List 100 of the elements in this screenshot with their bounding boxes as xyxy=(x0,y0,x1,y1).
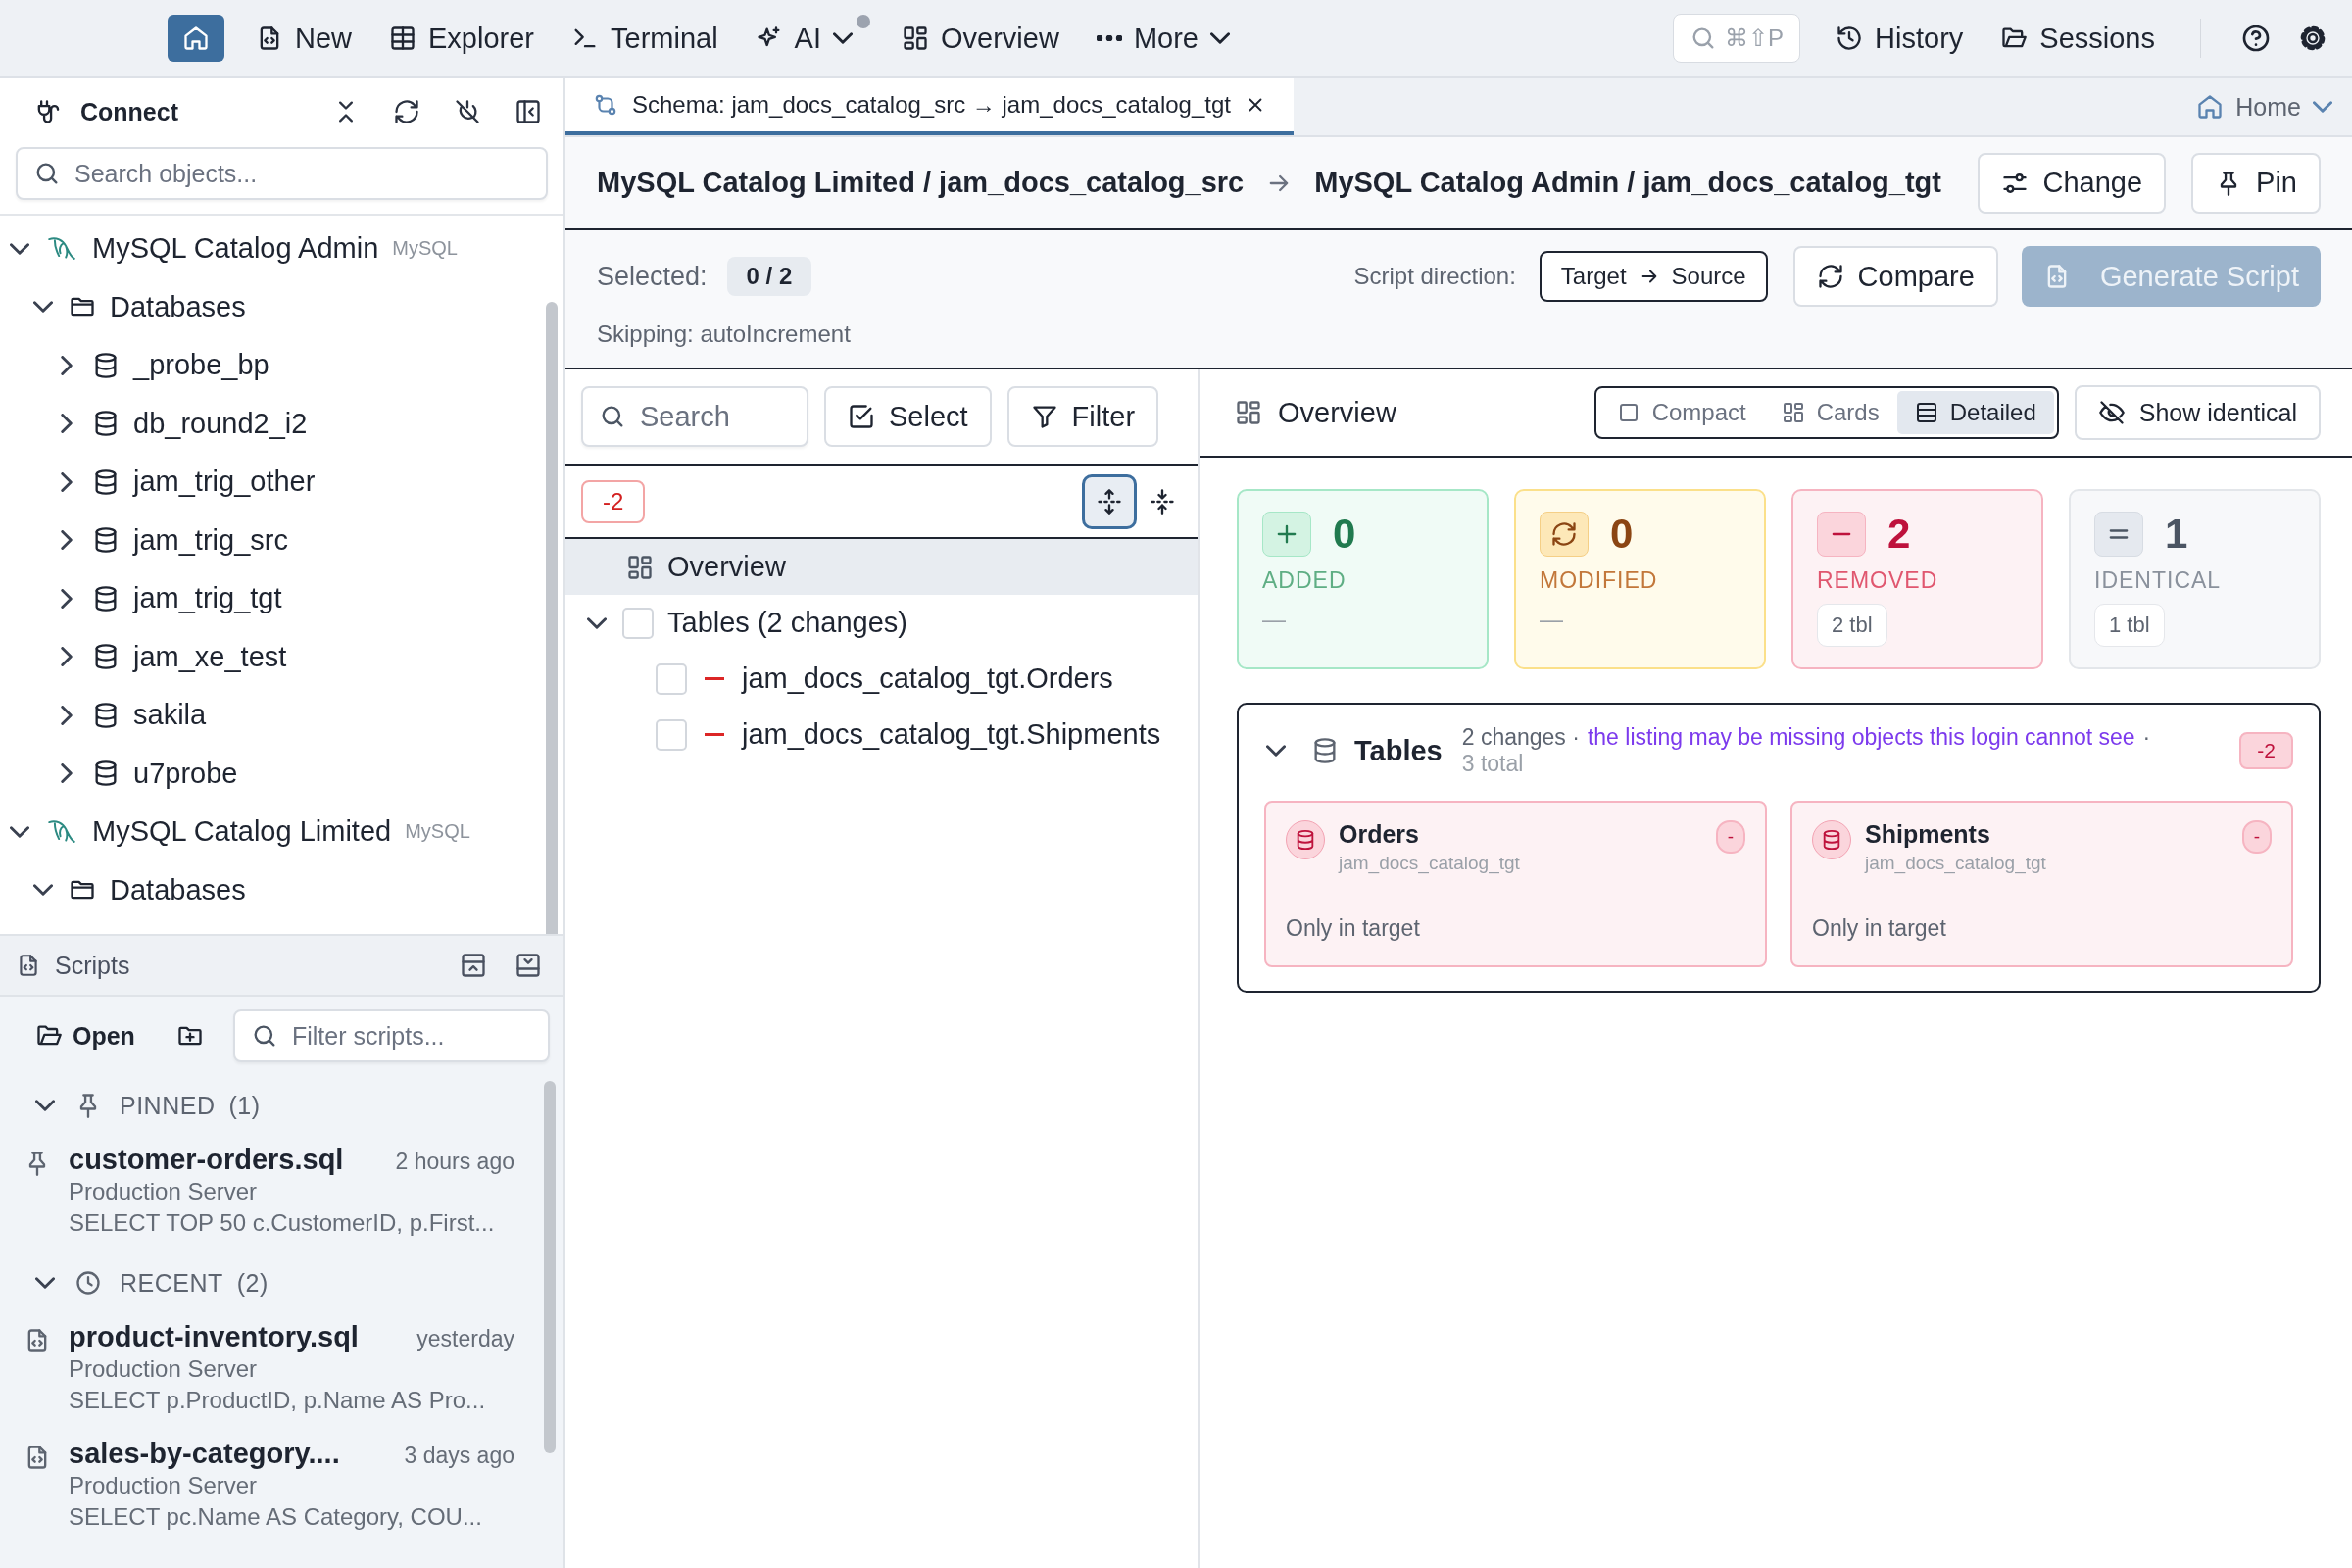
script-name: customer-orders.sql xyxy=(69,1144,344,1176)
script-item[interactable]: customer-orders.sql 2 hours ago Production Server SELECT TOP 50 c.CustomerID, p.First... xyxy=(24,1136,514,1252)
script-item[interactable]: sales-by-category.... 3 days ago Production Server SELECT pc.Name AS Category, COU... xyxy=(24,1430,514,1546)
change-count-badge: -2 xyxy=(2239,732,2293,769)
group-header[interactable]: PINNED (1) xyxy=(24,1075,514,1136)
script-time: yesterday xyxy=(416,1326,514,1352)
removed-mark xyxy=(705,677,724,680)
schema-name: jam_docs_catalog_tgt xyxy=(1865,853,2047,874)
scrollbar[interactable] xyxy=(544,1081,556,1453)
tree-item[interactable]: jam_trig_tgt xyxy=(0,569,534,628)
total-count: 3 total xyxy=(1461,751,1525,777)
search-field[interactable]: Search objects... xyxy=(16,147,548,200)
editor-tab[interactable]: Schema: jam_docs_catalog_src → jam_docs_catalog_tgt xyxy=(565,78,1294,135)
stat-count: 2 xyxy=(1887,511,1911,558)
stat-chip: 1 tbl xyxy=(2094,604,2165,647)
change-button[interactable]: Change xyxy=(1978,152,2167,214)
nav-item[interactable]: History xyxy=(1830,15,1970,62)
open-button[interactable]: Open xyxy=(35,1021,135,1051)
tree-item[interactable]: jam_trig_src xyxy=(0,511,534,569)
rows-icon xyxy=(1914,401,1938,424)
group-item[interactable]: Tables (2 changes) xyxy=(565,595,1198,651)
home-button[interactable] xyxy=(168,15,224,62)
grid-icon xyxy=(1235,399,1262,426)
nav-item[interactable]: Explorer xyxy=(383,15,540,62)
tree-item[interactable]: jam_trig_other xyxy=(0,453,534,512)
tree-item[interactable]: sakila xyxy=(0,686,534,745)
database-icon xyxy=(1286,820,1325,859)
refresh-icon xyxy=(1816,263,1844,290)
expand-icon xyxy=(1096,487,1123,515)
unplug-icon[interactable] xyxy=(454,98,481,125)
warning-note: the listing may be missing objects this login cannot see xyxy=(1587,724,2135,751)
refresh-icon xyxy=(1540,512,1589,557)
clock-icon xyxy=(74,1269,102,1297)
compare-button[interactable]: Compare xyxy=(1792,246,1998,307)
grid-icon xyxy=(626,553,654,581)
filter-field[interactable]: Filter scripts... xyxy=(232,1009,550,1062)
checkbox[interactable] xyxy=(622,607,654,639)
tree-item[interactable]: MySQL Catalog Admin MySQL xyxy=(0,220,534,278)
refresh-icon[interactable] xyxy=(393,98,420,125)
view-option[interactable]: Detailed xyxy=(1896,391,2054,434)
change-item[interactable]: jam_docs_catalog_tgt.Orders xyxy=(565,651,1198,707)
show-identical-button[interactable]: Show identical xyxy=(2074,385,2321,440)
direction-toggle[interactable]: Target Source xyxy=(1539,251,1768,302)
skipping-note: Skipping: autoIncrement xyxy=(597,320,852,348)
nav-item[interactable]: AI xyxy=(749,15,870,62)
sidebar-toggle-icon[interactable] xyxy=(514,98,542,125)
script-item[interactable]: product-inventory.sql yesterday Production Server SELECT p.ProductID, p.Name AS Pro... xyxy=(24,1313,514,1430)
tree-item[interactable]: Databases xyxy=(0,860,534,919)
expand-all-button[interactable] xyxy=(1082,473,1137,529)
chevron-down-icon[interactable] xyxy=(1266,745,1286,757)
script-server: Production Server xyxy=(69,1177,259,1206)
change-count-badge: -2 xyxy=(581,479,646,523)
view-option[interactable]: Compact xyxy=(1598,391,1764,434)
select-button[interactable]: Select xyxy=(824,386,992,447)
direction-label: Script direction: xyxy=(1353,263,1516,290)
tree-item[interactable]: u7probe xyxy=(0,744,534,803)
schema-name: jam_docs_catalog_tgt xyxy=(1339,853,1521,874)
view-option[interactable]: Cards xyxy=(1763,391,1897,434)
tree-item[interactable]: _probe_bp xyxy=(0,336,534,395)
tree-item[interactable]: MySQL Catalog Limited MySQL xyxy=(0,803,534,861)
panel-expand-icon[interactable] xyxy=(460,952,487,979)
nav-item[interactable]: Overview xyxy=(896,15,1065,62)
chevron-down-icon xyxy=(1209,32,1230,44)
help-icon[interactable] xyxy=(2240,23,2272,54)
collapse-all-icon[interactable] xyxy=(1149,487,1176,515)
notification-dot xyxy=(857,15,870,28)
pin-button[interactable]: Pin xyxy=(2191,152,2321,214)
change-item[interactable]: jam_docs_catalog_tgt.Shipments xyxy=(565,707,1198,762)
home-icon xyxy=(182,24,210,52)
filter-button[interactable]: Filter xyxy=(1006,386,1159,447)
source-path: MySQL Catalog Limited / jam_docs_catalog_src xyxy=(597,167,1245,199)
eye-off-icon xyxy=(2097,399,2126,426)
change-summary: 2 changes · xyxy=(1461,724,1580,751)
search-field[interactable]: Search xyxy=(581,386,808,447)
table-name: Orders xyxy=(1339,820,1420,849)
panel-collapse-icon[interactable] xyxy=(514,952,542,979)
tree-item[interactable]: db_round2_i2 xyxy=(0,394,534,453)
checkbox[interactable] xyxy=(656,662,687,695)
stat-detail: — xyxy=(1262,606,1286,633)
compare-icon xyxy=(593,92,618,118)
stat-label: IDENTICAL xyxy=(2094,567,2222,594)
home-tab[interactable]: Home xyxy=(2196,78,2352,135)
scrollbar[interactable] xyxy=(546,302,558,934)
nav-item[interactable]: New xyxy=(250,15,358,62)
nav-item[interactable]: Sessions xyxy=(1994,15,2161,62)
nav-item[interactable]: More xyxy=(1090,15,1236,62)
stat-detail: — xyxy=(1540,606,1563,633)
tree-item[interactable]: jam_xe_test xyxy=(0,627,534,686)
checkbox[interactable] xyxy=(656,718,687,751)
history-icon xyxy=(1836,24,1864,52)
table-card[interactable]: Shipments jam_docs_catalog_tgt - Only in target xyxy=(1790,801,2293,967)
nav-item[interactable]: Terminal xyxy=(565,15,724,62)
group-header[interactable]: RECENT (2) xyxy=(24,1252,514,1313)
tree-item[interactable]: Databases xyxy=(0,277,534,336)
removed-mark xyxy=(705,733,724,736)
overview-item[interactable]: Overview xyxy=(565,539,1198,595)
table-card[interactable]: Orders jam_docs_catalog_tgt - Only in target xyxy=(1264,801,1767,967)
connection-type-label: MySQL xyxy=(405,820,470,844)
overview-title: Overview xyxy=(1235,396,1396,429)
connect-button[interactable]: Connect xyxy=(33,97,178,126)
